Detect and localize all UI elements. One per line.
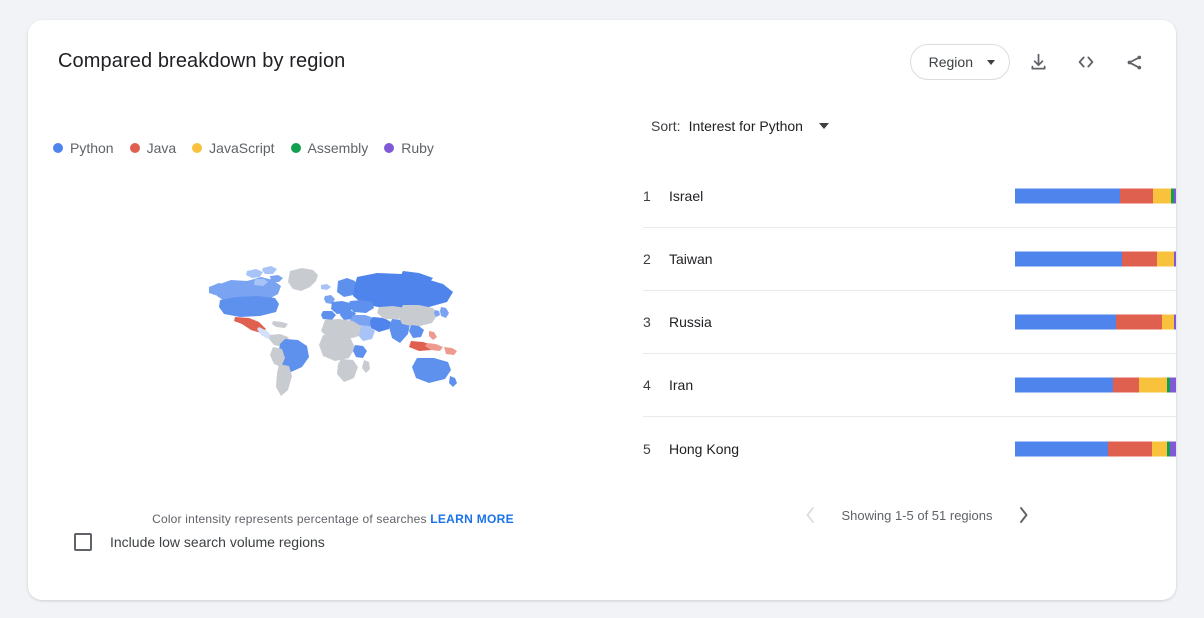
legend-color-dot: [129, 143, 140, 153]
legend-color-dot: [53, 143, 63, 153]
row-rank: 3: [643, 314, 651, 330]
legend-item-label: Ruby: [401, 140, 434, 156]
bar-segment-java: [1116, 314, 1162, 330]
compared-breakdown-card: Compared breakdown by region Region Pyth…: [28, 20, 1176, 600]
table-row[interactable]: 2 Taiwan: [643, 228, 1176, 291]
bar-segment-ruby: [1170, 377, 1176, 393]
legend-color-dot: [192, 143, 203, 153]
bar-segment-python: [1015, 314, 1117, 330]
table-row[interactable]: 4 Iran: [643, 354, 1176, 417]
bar-segment-java: [1107, 441, 1153, 456]
bar-segment-python: [1015, 377, 1113, 393]
bar-segment-javascript: [1138, 377, 1168, 393]
sort-value: Interest for Python: [688, 118, 803, 134]
row-stacked-bar: [1015, 441, 1176, 456]
include-low-volume-checkbox[interactable]: [74, 533, 92, 551]
world-map-svg: [209, 265, 457, 396]
bar-segment-python: [1015, 251, 1123, 267]
legend-color-dot: [384, 143, 395, 153]
legend-item-python[interactable]: Python: [53, 140, 114, 156]
bar-segment-javascript: [1152, 441, 1168, 456]
legend-item-label: Assembly: [307, 140, 369, 156]
chevron-down-icon: [818, 123, 829, 129]
legend-item-label: Java: [146, 140, 177, 156]
row-stacked-bar: [1015, 251, 1176, 267]
legend-item-label: JavaScript: [209, 140, 275, 156]
legend-item-assembly[interactable]: Assembly: [290, 140, 369, 156]
row-rank: 4: [643, 377, 651, 393]
legend-item-label: Python: [70, 140, 114, 156]
legend-color-dot: [290, 143, 301, 153]
legend-item-ruby[interactable]: Ruby: [384, 140, 434, 156]
row-rank: 1: [643, 188, 651, 204]
bar-segment-javascript: [1152, 188, 1171, 204]
bar-segment-ruby: [1173, 251, 1176, 267]
prev-page-button[interactable]: [797, 502, 823, 528]
row-stacked-bar: [1015, 188, 1176, 204]
region-list-panel: Sort: Interest for Python 1 Israel 2 Taiwan…: [620, 20, 1176, 600]
world-map[interactable]: [53, 190, 613, 485]
row-stacked-bar: [1015, 314, 1176, 330]
sort-control[interactable]: Sort: Interest for Python: [651, 118, 829, 134]
bar-segment-javascript: [1156, 251, 1174, 267]
next-page-button[interactable]: [1011, 502, 1037, 528]
series-legend: Python Java JavaScript Assembly Ruby: [53, 140, 450, 156]
sort-label: Sort:: [651, 118, 681, 134]
bar-segment-javascript: [1161, 314, 1174, 330]
map-caption: Color intensity represents percentage of…: [53, 512, 613, 526]
table-row[interactable]: 3 Russia: [643, 291, 1176, 354]
row-stacked-bar: [1015, 377, 1176, 393]
legend-item-javascript[interactable]: JavaScript: [192, 140, 275, 156]
include-low-volume-row[interactable]: Include low search volume regions: [74, 533, 325, 551]
region-rows: 1 Israel 2 Taiwan 3 Russia 4 Iran 5 Hong Kong: [643, 165, 1176, 480]
map-caption-text: Color intensity represents percentage of…: [152, 512, 427, 526]
table-row[interactable]: 1 Israel: [643, 165, 1176, 228]
pagination-status: Showing 1-5 of 51 regions: [841, 507, 993, 523]
page-title: Compared breakdown by region: [58, 50, 346, 72]
bar-segment-python: [1015, 441, 1108, 456]
row-rank: 2: [643, 251, 651, 267]
bar-segment-ruby: [1170, 441, 1176, 456]
bar-segment-python: [1015, 188, 1121, 204]
pagination: Showing 1-5 of 51 regions: [643, 502, 1176, 528]
learn-more-link[interactable]: LEARN MORE: [430, 512, 514, 526]
row-rank: 5: [643, 440, 651, 457]
bar-segment-java: [1112, 377, 1139, 393]
table-row[interactable]: 5 Hong Kong: [643, 417, 1176, 480]
legend-item-java[interactable]: Java: [129, 140, 177, 156]
include-low-volume-label: Include low search volume regions: [110, 534, 325, 550]
bar-segment-ruby: [1173, 314, 1176, 330]
bar-segment-ruby: [1173, 188, 1176, 204]
bar-segment-java: [1120, 188, 1153, 204]
bar-segment-java: [1122, 251, 1157, 267]
